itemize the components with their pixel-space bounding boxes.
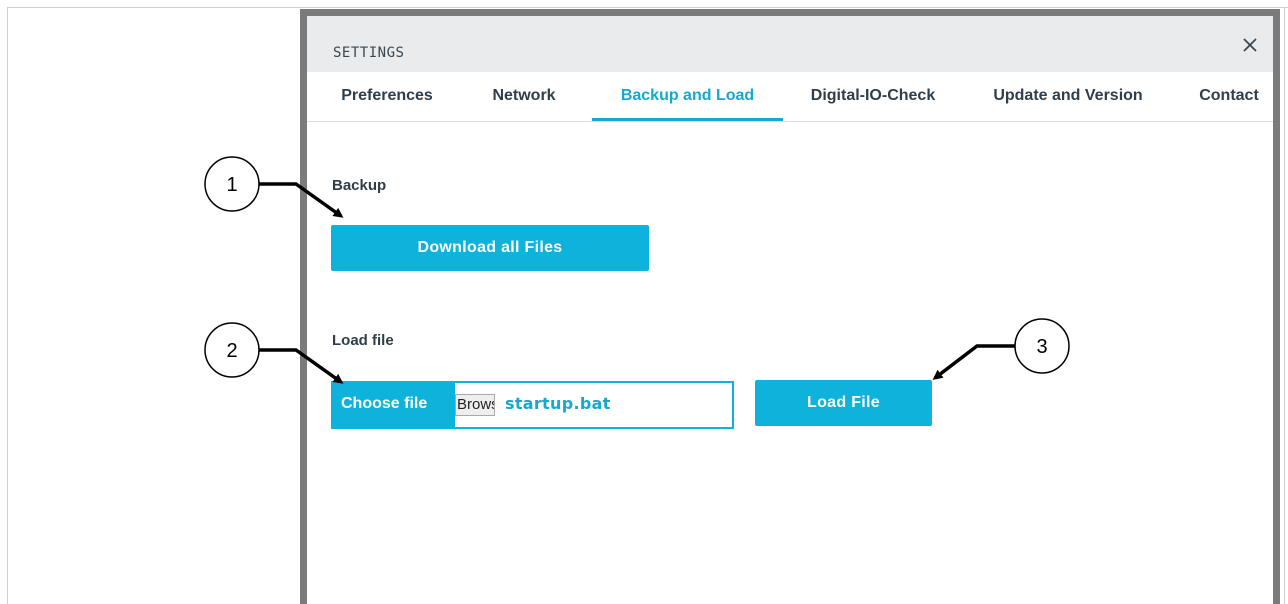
load-file-section-label: Load file xyxy=(332,332,394,349)
native-browse-button[interactable]: Brows… xyxy=(455,394,495,416)
tab-bar: Preferences Network Backup and Load Digi… xyxy=(307,72,1273,122)
dialog-title: SETTINGS xyxy=(333,45,405,61)
choose-file-button[interactable]: Choose file xyxy=(333,383,455,427)
tab-network[interactable]: Network xyxy=(484,72,564,121)
tab-digital-io-check[interactable]: Digital-IO-Check xyxy=(797,72,949,121)
page-right-border xyxy=(1284,7,1285,604)
file-input[interactable]: Choose file Brows… startup.bat xyxy=(331,381,734,429)
tab-backup-and-load[interactable]: Backup and Load xyxy=(592,72,783,121)
load-file-button[interactable]: Load File xyxy=(755,380,932,426)
download-all-files-button[interactable]: Download all Files xyxy=(331,225,649,271)
close-icon[interactable] xyxy=(1241,36,1259,54)
tab-contact[interactable]: Contact xyxy=(1191,72,1267,121)
tab-preferences[interactable]: Preferences xyxy=(329,72,445,121)
tab-update-and-version[interactable]: Update and Version xyxy=(981,72,1155,121)
settings-dialog: SETTINGS Preferences Network Backup and … xyxy=(300,9,1280,604)
dialog-header: SETTINGS xyxy=(307,16,1273,72)
backup-section-label: Backup xyxy=(332,177,387,194)
selected-file-name: startup.bat xyxy=(505,394,611,413)
